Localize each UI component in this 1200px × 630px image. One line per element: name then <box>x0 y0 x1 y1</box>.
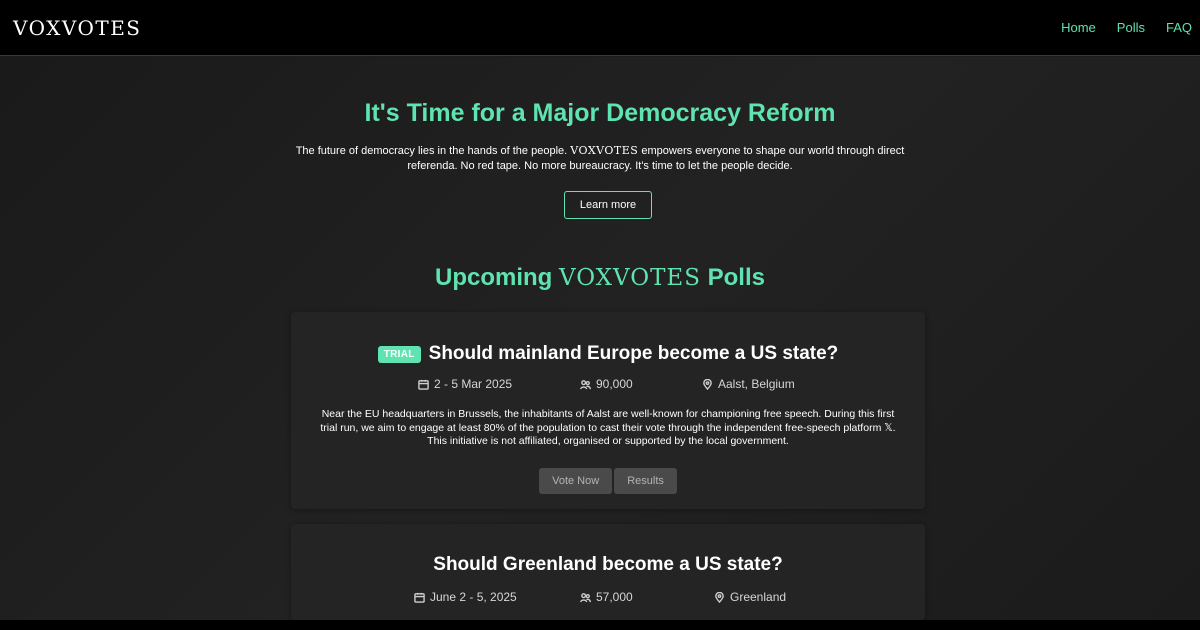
nav-link-faq[interactable]: FAQ <box>1166 20 1192 35</box>
poll-date: June 2 - 5, 2025 <box>414 590 517 604</box>
location-pin-icon <box>703 378 712 390</box>
brand-logo[interactable]: VOXVOTES <box>13 16 142 40</box>
poll-actions: Vote Now Results <box>291 468 925 494</box>
navbar: VOXVOTES Home Polls FAQ <box>0 0 1200 56</box>
calendar-icon <box>414 592 425 603</box>
results-button[interactable]: Results <box>614 468 677 494</box>
poll-location: Aalst, Belgium <box>702 377 795 391</box>
poll-title-row: TRIAL Should mainland Europe become a US… <box>291 343 925 365</box>
poll-meta: June 2 - 5, 2025 57,000 Greenland <box>291 590 925 606</box>
poll-location-text: Aalst, Belgium <box>718 377 795 391</box>
poll-location-text: Greenland <box>730 590 787 604</box>
polls-title-brand: VOXVOTES <box>558 265 701 291</box>
location-pin-icon <box>715 591 724 603</box>
poll-description: Near the EU headquarters in Brussels, th… <box>320 408 896 447</box>
poll-card: Should Greenland become a US state? June… <box>291 524 925 620</box>
nav-link-home[interactable]: Home <box>1061 20 1096 35</box>
polls-title-after: Polls <box>707 264 765 291</box>
learn-more-button[interactable]: Learn more <box>564 191 652 219</box>
hero-description: The future of democracy lies in the hand… <box>290 143 910 174</box>
main-content: It's Time for a Major Democracy Reform T… <box>0 57 1200 620</box>
poll-participants: 90,000 <box>580 377 633 391</box>
poll-participants: 57,000 <box>580 590 633 604</box>
poll-participants-text: 57,000 <box>596 590 633 604</box>
poll-meta: 2 - 5 Mar 2025 90,000 Aalst, Belgium <box>291 377 925 393</box>
bottom-bar <box>0 620 1200 630</box>
poll-date-text: June 2 - 5, 2025 <box>430 590 517 604</box>
nav-links: Home Polls FAQ <box>1040 20 1200 35</box>
poll-title: Should mainland Europe become a US state… <box>428 343 839 364</box>
poll-date-text: 2 - 5 Mar 2025 <box>434 377 513 391</box>
polls-section-title: Upcoming VOXVOTES Polls <box>0 264 1200 292</box>
hero-text-before: The future of democracy lies in the hand… <box>295 145 568 157</box>
poll-location: Greenland <box>714 590 786 604</box>
poll-participants-text: 90,000 <box>596 377 633 391</box>
people-icon <box>580 592 591 602</box>
calendar-icon <box>418 379 429 390</box>
poll-date: 2 - 5 Mar 2025 <box>418 377 512 391</box>
poll-title: Should Greenland become a US state? <box>433 554 783 575</box>
people-icon <box>580 379 591 389</box>
vote-now-button[interactable]: Vote Now <box>539 468 613 494</box>
trial-badge: TRIAL <box>377 345 421 363</box>
polls-title-before: Upcoming <box>434 264 553 291</box>
poll-title-row: Should Greenland become a US state? <box>291 554 925 576</box>
nav-link-polls[interactable]: Polls <box>1117 20 1145 35</box>
hero-inline-brand: VOXVOTES <box>570 144 639 157</box>
poll-card: TRIAL Should mainland Europe become a US… <box>291 312 925 509</box>
hero-title: It's Time for a Major Democracy Reform <box>364 99 836 127</box>
